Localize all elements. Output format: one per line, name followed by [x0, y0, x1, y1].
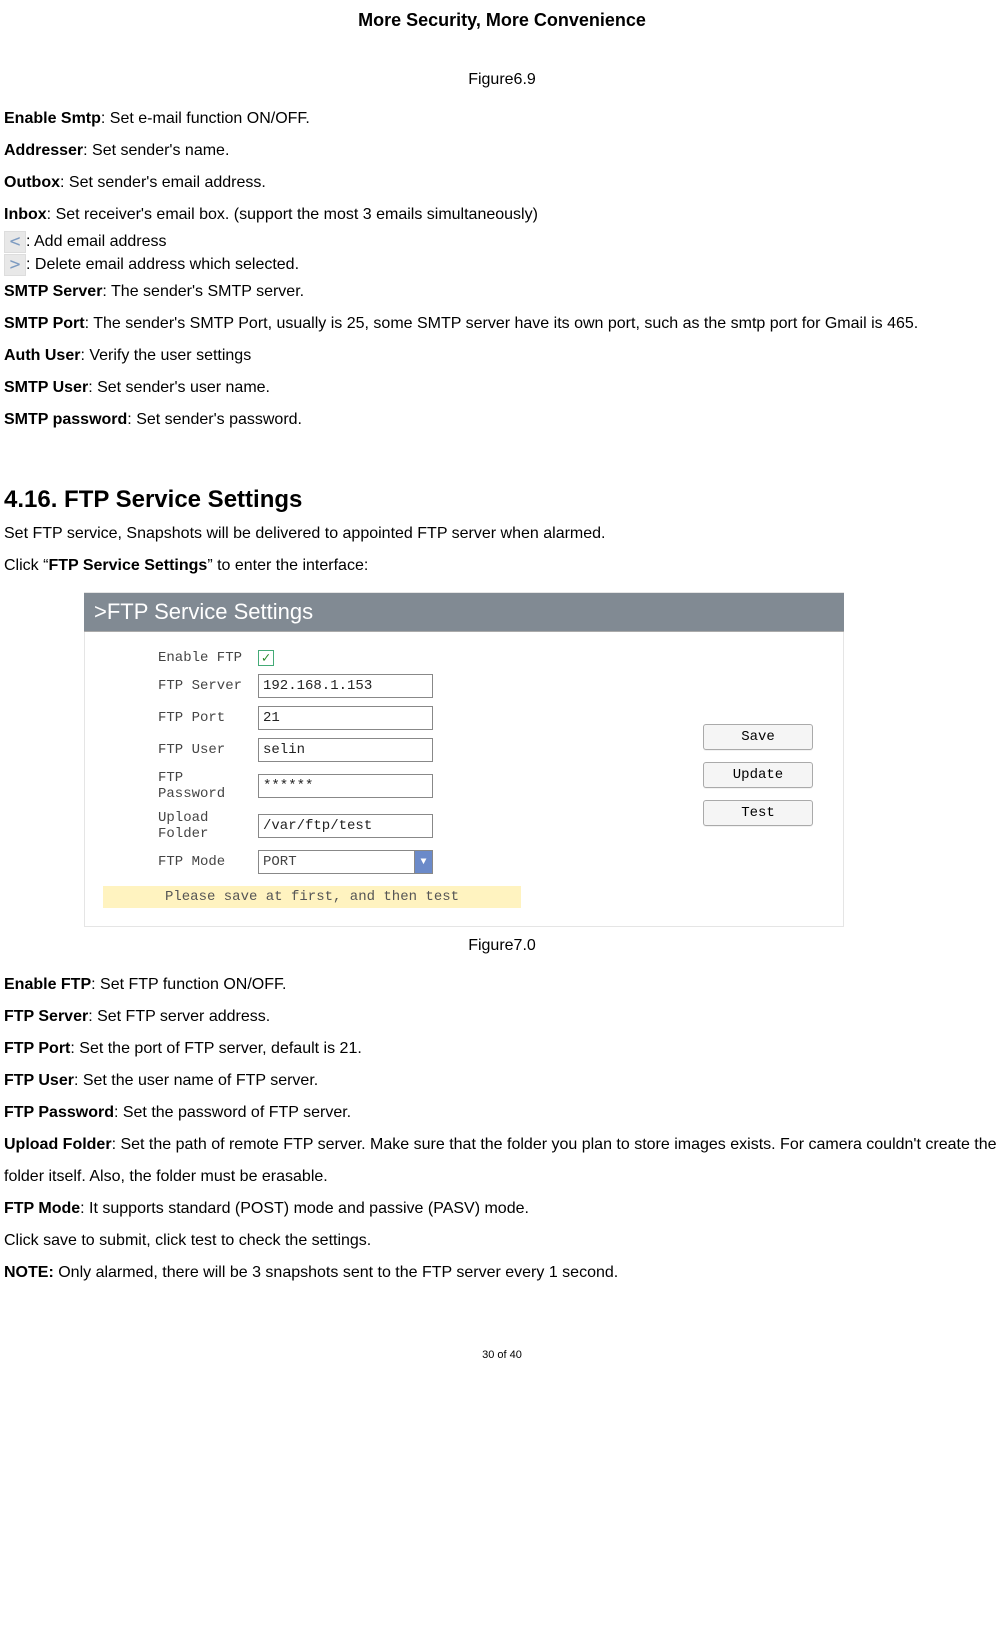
term: FTP Port [4, 1040, 70, 1057]
note-desc: Only alarmed, there will be 3 snapshots … [54, 1264, 618, 1281]
note-term: NOTE: [4, 1264, 54, 1281]
row-enable-ftp: Enable FTP ✓ [103, 650, 825, 666]
desc: : Set the password of FTP server. [114, 1104, 351, 1121]
row-ftp-mode: FTP Mode PORT ▼ [103, 850, 825, 874]
term: Enable FTP [4, 976, 91, 993]
smtp-def-auth: Auth User: Verify the user settings [4, 340, 1000, 372]
smtp-def-inbox: Inbox: Set receiver's email box. (suppor… [4, 199, 1000, 231]
term: FTP Password [4, 1104, 114, 1121]
label-ftp-password: FTP Password [103, 770, 258, 802]
desc: : Set e-mail function ON/OFF. [101, 110, 310, 127]
update-button[interactable]: Update [703, 762, 813, 788]
smtp-def-password: SMTP password: Set sender's password. [4, 404, 1000, 436]
smtp-def-server: SMTP Server: The sender's SMTP server. [4, 276, 1000, 308]
desc: : Set sender's password. [127, 411, 302, 428]
test-button[interactable]: Test [703, 800, 813, 826]
ftp-note: NOTE: Only alarmed, there will be 3 snap… [4, 1257, 1000, 1289]
save-button[interactable]: Save [703, 724, 813, 750]
label-ftp-server: FTP Server [103, 678, 258, 694]
term: Upload Folder [4, 1136, 112, 1153]
ftp-def-password: FTP Password: Set the password of FTP se… [4, 1097, 1000, 1129]
ftp-def-server: FTP Server: Set FTP server address. [4, 1001, 1000, 1033]
ftp-def-enable: Enable FTP: Set FTP function ON/OFF. [4, 969, 1000, 1001]
desc: : Set FTP server address. [88, 1008, 270, 1025]
desc: : The sender's SMTP server. [102, 283, 304, 300]
label-ftp-port: FTP Port [103, 710, 258, 726]
upload-folder-input[interactable] [258, 814, 433, 838]
ftp-def-port: FTP Port: Set the port of FTP server, de… [4, 1033, 1000, 1065]
delete-email-row: >: Delete email address which selected. [4, 254, 1000, 277]
term: SMTP User [4, 379, 88, 396]
term: FTP Server [4, 1008, 88, 1025]
term: Addresser [4, 142, 83, 159]
enable-ftp-checkbox[interactable]: ✓ [258, 650, 274, 666]
ui-titlebar: >FTP Service Settings [84, 593, 844, 632]
figure-7-0-caption: Figure7.0 [4, 937, 1000, 955]
label-upload-folder: Upload Folder [103, 810, 258, 842]
desc: : Set FTP function ON/OFF. [91, 976, 286, 993]
desc: : Set the path of remote FTP server. Mak… [4, 1136, 997, 1185]
delete-email-desc: : Delete email address which selected. [26, 256, 299, 273]
hint-bar: Please save at first, and then test [103, 886, 521, 908]
desc: : Set sender's name. [83, 142, 229, 159]
desc: : The sender's SMTP Port, usually is 25,… [85, 315, 919, 332]
smtp-def-user: SMTP User: Set sender's user name. [4, 372, 1000, 404]
ftp-mode-select[interactable]: PORT ▼ [258, 850, 433, 874]
term: SMTP password [4, 411, 127, 428]
chevron-down-icon: ▼ [414, 851, 432, 873]
bold: FTP Service Settings [48, 557, 207, 574]
term: SMTP Server [4, 283, 102, 300]
term: FTP User [4, 1072, 74, 1089]
label-ftp-user: FTP User [103, 742, 258, 758]
title-text: FTP Service Settings [107, 599, 313, 624]
desc: : Set receiver's email box. (support the… [47, 206, 538, 223]
chevron-right-icon: > [4, 254, 26, 276]
desc: : Verify the user settings [80, 347, 251, 364]
chevron-left-icon: < [4, 231, 26, 253]
txt: Click “ [4, 557, 48, 574]
term: FTP Mode [4, 1200, 80, 1217]
smtp-def-addresser: Addresser: Set sender's name. [4, 135, 1000, 167]
ftp-port-input[interactable] [258, 706, 433, 730]
label-enable-ftp: Enable FTP [103, 650, 258, 666]
term: Auth User [4, 347, 80, 364]
ftp-intro-1: Set FTP service, Snapshots will be deliv… [4, 518, 1000, 550]
ftp-mode-value: PORT [263, 854, 297, 870]
page-header: More Security, More Convenience [4, 0, 1000, 61]
figure-6-9-caption: Figure6.9 [4, 71, 1000, 89]
ftp-password-input[interactable] [258, 774, 433, 798]
button-stack: Save Update Test [703, 724, 813, 826]
desc: : Set sender's email address. [60, 174, 266, 191]
ftp-def-upload-folder: Upload Folder: Set the path of remote FT… [4, 1129, 1000, 1193]
smtp-def-outbox: Outbox: Set sender's email address. [4, 167, 1000, 199]
ftp-post-1: Click save to submit, click test to chec… [4, 1225, 1000, 1257]
desc: : It supports standard (POST) mode and p… [80, 1200, 529, 1217]
add-email-desc: : Add email address [26, 233, 167, 250]
ftp-def-mode: FTP Mode: It supports standard (POST) mo… [4, 1193, 1000, 1225]
ftp-settings-screenshot: >FTP Service Settings Enable FTP ✓ FTP S… [84, 592, 844, 927]
add-email-row: <: Add email address [4, 231, 1000, 254]
title-prefix: > [94, 599, 107, 624]
ftp-server-input[interactable] [258, 674, 433, 698]
desc: : Set the user name of FTP server. [74, 1072, 318, 1089]
smtp-def-port: SMTP Port: The sender's SMTP Port, usual… [4, 308, 1000, 340]
term: Enable Smtp [4, 110, 101, 127]
smtp-def-enable: Enable Smtp: Set e-mail function ON/OFF. [4, 103, 1000, 135]
row-ftp-server: FTP Server [103, 674, 825, 698]
term: Outbox [4, 174, 60, 191]
desc: : Set sender's user name. [88, 379, 270, 396]
page-footer: 30 of 40 [4, 1349, 1000, 1373]
ftp-def-user: FTP User: Set the user name of FTP serve… [4, 1065, 1000, 1097]
ftp-user-input[interactable] [258, 738, 433, 762]
section-heading-ftp: 4.16. FTP Service Settings [4, 486, 1000, 514]
ftp-intro-2: Click “FTP Service Settings” to enter th… [4, 550, 1000, 582]
txt2: ” to enter the interface: [207, 557, 368, 574]
label-ftp-mode: FTP Mode [103, 854, 258, 870]
desc: : Set the port of FTP server, default is… [70, 1040, 361, 1057]
term: SMTP Port [4, 315, 85, 332]
term: Inbox [4, 206, 47, 223]
